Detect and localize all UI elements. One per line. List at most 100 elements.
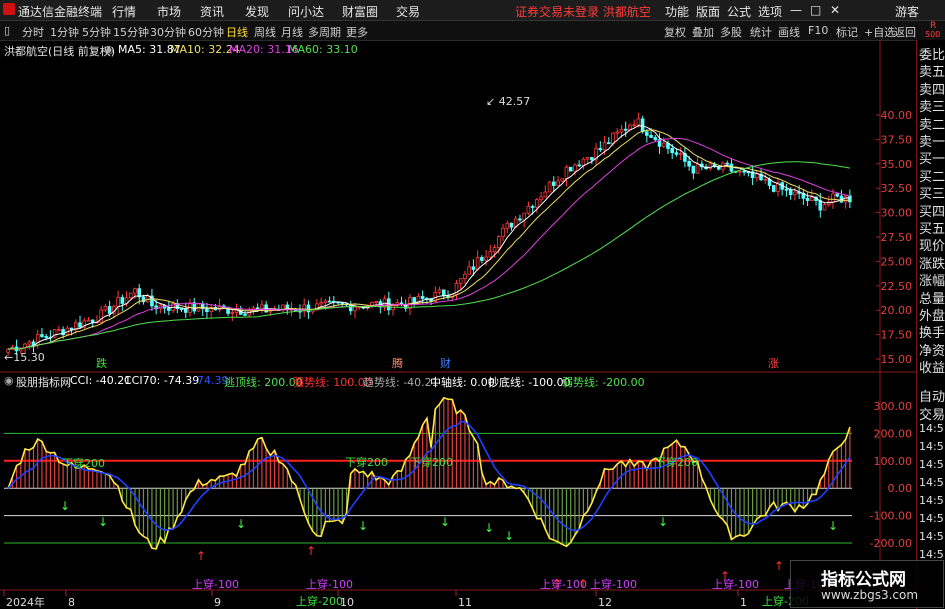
weak-value: 弱势线: -200.00	[562, 376, 645, 389]
toolbar-grid-icon[interactable]: ▯	[4, 24, 10, 37]
side-label-18: 收益	[919, 361, 945, 377]
side-label-9: 买四	[919, 204, 945, 220]
candle-body	[306, 304, 311, 313]
candle-body	[353, 306, 357, 312]
quote-side-panel: 委比 卖五 卖四 卖三 卖二 卖一 买一 买二 买三 买四 买五 现价 涨跌 涨幅 总量 外盘 换手 净资 收益 自动…	[916, 40, 945, 609]
ma60-line	[7, 161, 850, 350]
toolbar-f10[interactable]: F10	[808, 24, 828, 37]
candle-body	[598, 148, 603, 151]
menu-item-options[interactable]: 选项	[758, 3, 782, 20]
down-arrow-icon: ↓	[504, 529, 514, 543]
bottom-value: 抄底线: -100.00	[488, 376, 571, 389]
period-tab-tick[interactable]: 分时	[22, 24, 44, 40]
period-tab-more[interactable]: 更多	[346, 24, 368, 40]
side-lower-0[interactable]: 自动	[919, 386, 945, 405]
period-tab-daily[interactable]: 日线	[226, 24, 248, 40]
candle-body	[551, 181, 556, 186]
period-tab-30min[interactable]: 30分钟	[150, 24, 186, 40]
candle-body	[602, 142, 607, 151]
candle-body	[205, 308, 209, 312]
maximize-icon[interactable]: □	[810, 3, 821, 17]
indicator-axis-label-5: -200.00	[870, 537, 912, 550]
menu-item-news[interactable]: 资讯	[200, 3, 224, 20]
user-label[interactable]: 游客	[895, 3, 919, 20]
candle-body	[340, 302, 345, 305]
candle-body	[742, 170, 746, 173]
candle-body	[167, 307, 171, 311]
toolbar-add-favorite[interactable]: +自选	[864, 24, 895, 40]
menu-item-ask[interactable]: 问小达	[288, 3, 324, 20]
candle-body	[128, 292, 133, 299]
up-cross-100-label-1: 上穿-100	[306, 577, 353, 591]
candle-body	[611, 132, 615, 145]
minimize-icon[interactable]: —	[790, 3, 802, 17]
side-lower-1[interactable]: 交易	[919, 404, 945, 423]
side-label-10: 买五	[919, 222, 945, 237]
up-cross-100-label-3: 上穿-100	[590, 577, 637, 591]
side-label-6: 买一	[919, 152, 945, 168]
period-tab-multi[interactable]: 多周期	[308, 24, 341, 40]
period-tab-1min[interactable]: 1分钟	[50, 24, 79, 40]
candle-body	[78, 322, 82, 328]
candle-body	[471, 266, 476, 270]
side-lower-6: 14:5	[919, 494, 944, 507]
price-label-4: 30.00	[881, 207, 913, 220]
candle-body	[678, 153, 683, 155]
menu-item-discover[interactable]: 发现	[245, 3, 269, 20]
candle-body	[467, 266, 471, 275]
candle-body	[810, 196, 814, 201]
period-tab-monthly[interactable]: 月线	[281, 24, 303, 40]
candle-body	[484, 256, 488, 261]
watermark-title: 指标公式网	[821, 570, 906, 590]
candle-body	[260, 304, 264, 309]
candle-body	[323, 300, 328, 303]
toolbar-stats[interactable]: 统计	[750, 24, 772, 40]
candle-body	[408, 297, 412, 309]
indicator-axis-label-3: 0.00	[888, 482, 913, 495]
price-label-6: 25.00	[881, 255, 913, 268]
close-icon[interactable]: ✕	[830, 3, 840, 17]
toolbar-multi-stock[interactable]: 多股	[720, 24, 742, 40]
toolbar-mark[interactable]: 标记	[836, 24, 858, 40]
side-label-5: 卖一	[919, 135, 945, 150]
indicator-axis-label-1: 200.00	[874, 427, 913, 440]
period-tab-weekly[interactable]: 周线	[254, 24, 276, 40]
toolbar-draw[interactable]: 画线	[778, 24, 800, 40]
period-tab-60min[interactable]: 60分钟	[188, 24, 224, 40]
candle-body	[590, 157, 594, 161]
ma20-line	[7, 137, 851, 350]
kline-chart[interactable]: 40.00 37.50 35.00 32.50 30.00 27.50 25.00 22.50…	[0, 40, 916, 609]
up-arrow-icon: ↑	[578, 577, 588, 591]
login-notice[interactable]: 证券交易未登录 洪都航空	[515, 3, 651, 20]
candle-body	[560, 178, 565, 182]
menu-item-market[interactable]: 市场	[157, 3, 181, 20]
menu-item-quotes[interactable]: 行情	[112, 3, 136, 20]
down-arrow-icon: ↓	[358, 519, 368, 533]
menu-item-formula[interactable]: 公式	[727, 3, 751, 20]
toolbar-adjust[interactable]: 复权	[664, 24, 686, 40]
indicator-icon[interactable]: ◉	[4, 374, 14, 387]
up-arrow-icon: ↑	[196, 549, 206, 563]
candle-body	[543, 191, 548, 198]
period-tab-5min[interactable]: 5分钟	[82, 24, 111, 40]
up-arrow-icon: ↑	[774, 559, 784, 573]
menu-item-trade[interactable]: 交易	[396, 3, 420, 20]
candle-body	[505, 222, 510, 229]
menu-item-layout[interactable]: 版面	[696, 3, 720, 20]
candle-body	[729, 163, 734, 172]
candle-body	[319, 302, 323, 305]
period-tab-15min[interactable]: 15分钟	[113, 24, 149, 40]
menu-item-function[interactable]: 功能	[665, 3, 689, 20]
down-arrow-icon: ↓	[236, 517, 246, 531]
candle-body	[632, 124, 636, 127]
toolbar-back[interactable]: 返回	[894, 24, 916, 40]
candle-body	[348, 304, 353, 312]
escape-top-value: 逃顶线: 200.00	[224, 376, 303, 389]
candle-body	[463, 273, 467, 280]
candle-body	[437, 289, 442, 293]
toolbar-overlay[interactable]: 叠加	[692, 24, 714, 40]
side-lower-7: 14:5	[919, 512, 944, 525]
menu-item-wealth[interactable]: 财富圈	[342, 3, 378, 20]
middle-value: 中轴线: 0.00	[430, 376, 495, 389]
candle-body	[90, 319, 95, 323]
